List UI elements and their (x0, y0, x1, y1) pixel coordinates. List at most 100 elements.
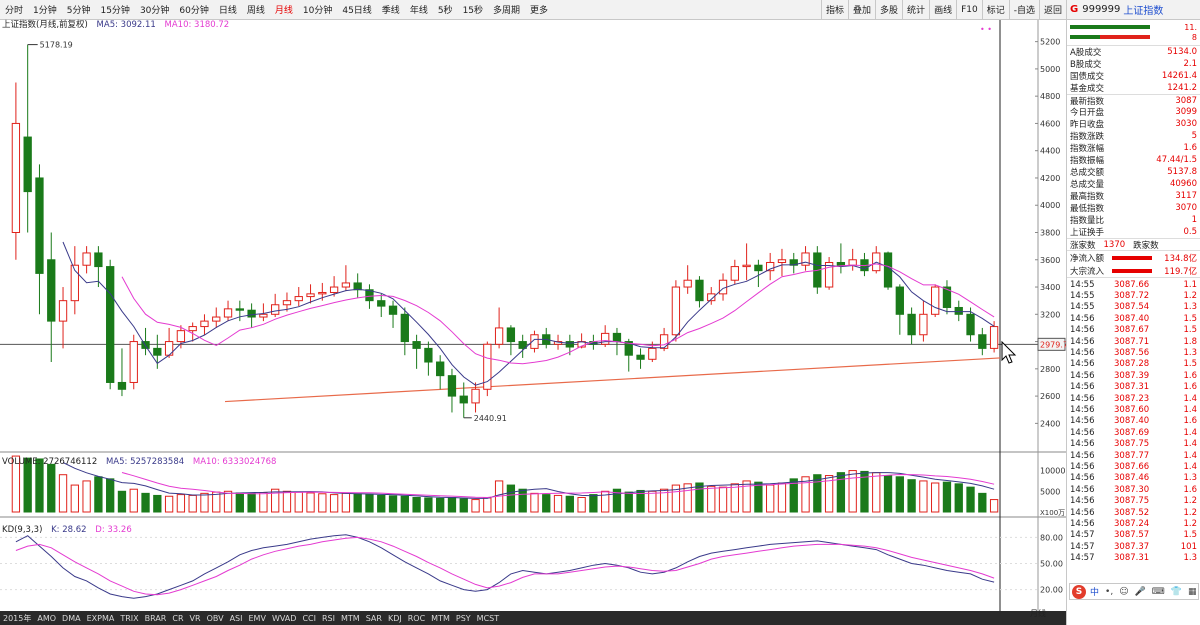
tick-row: 14:57 3087.31 1.3 (1067, 552, 1200, 563)
indicator-tab[interactable]: PSY (453, 614, 474, 623)
group-badge: G (1070, 4, 1079, 15)
indicator-tab[interactable]: SAR (363, 614, 385, 623)
chart-tool-button[interactable]: 指标 (821, 0, 848, 19)
vol-ma5-value: MA5: 5257283584 (105, 457, 185, 467)
indicator-tab[interactable]: ASI (227, 614, 246, 623)
ime-logo-icon[interactable]: S (1072, 584, 1086, 599)
info-label: 指数涨跌 (1070, 132, 1105, 142)
tick-volume: 1.6 (1183, 382, 1197, 393)
chart-tool-button[interactable]: 多股 (875, 0, 902, 19)
ime-emoji-icon[interactable]: ☺ (1119, 587, 1128, 597)
chart-tool-button[interactable]: 标记 (981, 0, 1009, 19)
volume-bar (247, 492, 256, 513)
period-tab[interactable]: 多周期 (488, 0, 525, 19)
index-name[interactable]: 上证指数 (1123, 2, 1163, 17)
ime-keyboard-icon[interactable]: ⌨ (1152, 587, 1165, 597)
indicator-tab[interactable]: RSI (319, 614, 338, 623)
candle-body (931, 286, 940, 315)
indicator-tab[interactable]: EXPMA (84, 614, 118, 623)
volume-bar (966, 486, 975, 513)
info-row: 最新指数 3087 (1067, 94, 1200, 107)
volume-bar (259, 492, 268, 513)
indicator-tab[interactable]: VR (187, 614, 204, 623)
strength-bar-value: 11. (1184, 22, 1197, 32)
period-tab[interactable]: 5秒 (433, 0, 458, 19)
period-tab[interactable]: 45日线 (337, 0, 376, 19)
candle-body (400, 313, 409, 343)
kline-chart-area[interactable]: 2400260028003000320034003600380040004200… (0, 20, 1066, 625)
period-tab[interactable]: 1分钟 (28, 0, 62, 19)
indicator-tab[interactable]: CCI (299, 614, 319, 623)
volume-bar (447, 497, 457, 513)
indicator-tab[interactable]: MTM (428, 614, 453, 623)
tick-volume: 1.5 (1183, 359, 1197, 370)
tick-time: 14:56 (1070, 439, 1095, 450)
kline-chart[interactable]: 2400260028003000320034003600380040004200… (0, 20, 1066, 625)
indicator-tab[interactable]: WVAD (269, 614, 300, 623)
tick-volume: 101 (1180, 541, 1197, 552)
bottom-period-label[interactable]: 月线 (1030, 607, 1066, 619)
indicator-tab[interactable]: OBV (204, 614, 227, 623)
kd-d-value: D: 33.26 (95, 525, 132, 535)
ime-skin-icon[interactable]: 👕 (1171, 587, 1182, 597)
ime-punctuation-icon[interactable]: •, (1105, 587, 1113, 597)
tick-row: 14:56 3087.75 1.4 (1067, 438, 1200, 449)
period-tab[interactable]: 5分钟 (62, 0, 96, 19)
period-tab[interactable]: 周线 (242, 0, 270, 19)
indicator-tab[interactable]: TRIX (117, 614, 141, 623)
indicator-tab[interactable]: EMV (246, 614, 269, 623)
indicator-tab[interactable]: MTM (338, 614, 363, 623)
ime-chinese-mode[interactable]: 中 (1090, 585, 1099, 598)
volume-bar (412, 497, 421, 513)
tick-time: 14:57 (1070, 530, 1095, 541)
period-tab[interactable]: 10分钟 (298, 0, 337, 19)
period-tab[interactable]: 15分钟 (95, 0, 134, 19)
flow-value: 119.7亿 (1164, 266, 1197, 277)
period-tab[interactable]: 60分钟 (174, 0, 213, 19)
chart-tool-button[interactable]: F10 (956, 0, 982, 19)
kd-legend: KD(9,3,3) K: 28.62 D: 33.26 (2, 525, 138, 535)
period-tab[interactable]: 日线 (214, 0, 242, 19)
ime-toolbar[interactable]: S 中 •, ☺ 🎤 ⌨ 👕 ▦ (1069, 583, 1199, 600)
period-tab[interactable]: 季线 (377, 0, 405, 19)
period-tab[interactable]: 30分钟 (135, 0, 174, 19)
chart-tool-button[interactable]: 画线 (929, 0, 956, 19)
tick-price: 3087.24 (1114, 518, 1150, 529)
price-axis-label: 5200 (1040, 38, 1060, 47)
ime-grid-icon[interactable]: ▦ (1188, 587, 1197, 597)
candle-body (565, 341, 574, 348)
tick-row: 14:56 3087.52 1.2 (1067, 507, 1200, 518)
tick-price: 3087.57 (1114, 530, 1150, 541)
indicator-tab[interactable]: BRAR (142, 614, 170, 623)
indicator-tab[interactable]: AMO (34, 614, 59, 623)
chart-tool-button[interactable]: 统计 (902, 0, 929, 19)
indicator-tab[interactable]: 2015年 (0, 613, 34, 624)
chart-tool-button[interactable]: -自选 (1008, 0, 1039, 19)
period-tab[interactable]: 15秒 (458, 0, 488, 19)
price-axis-label: 2800 (1040, 365, 1060, 374)
info-label: 最新指数 (1070, 96, 1105, 107)
period-tab[interactable]: 分时 (0, 0, 28, 19)
chart-tool-button[interactable]: 返回 (1038, 0, 1066, 19)
volume-bar (82, 480, 91, 513)
indicator-tab[interactable]: DMA (59, 614, 84, 623)
chart-tool-button[interactable]: 叠加 (848, 0, 875, 19)
period-tab[interactable]: 月线 (270, 0, 298, 19)
period-tab[interactable]: 年线 (405, 0, 433, 19)
tick-row: 14:56 3087.60 1.4 (1067, 404, 1200, 415)
ime-mic-icon[interactable]: 🎤 (1135, 587, 1146, 597)
info-value: 47.44/1.5 (1156, 155, 1197, 165)
tick-price: 3087.46 (1114, 473, 1150, 484)
indicator-tab[interactable]: CR (169, 614, 186, 623)
tick-price: 3087.71 (1114, 336, 1150, 347)
indicator-tab[interactable]: ROC (405, 614, 428, 623)
indicator-tab[interactable]: KDJ (385, 614, 405, 623)
indicator-tab[interactable]: MCST (474, 614, 502, 623)
period-tab[interactable]: 更多 (525, 0, 553, 19)
volume-axis-label: 5000 (1040, 487, 1060, 496)
candle-body (695, 279, 704, 302)
indicator-tabs: 2015年 AMO DMA EXPMA TRIX BRAR CR VR OBV ASI EMV WVA… (0, 611, 1066, 625)
tick-list[interactable]: 14:55 3087.66 1.1 14:55 3087.72 1.2 14:55 3087.… (1067, 277, 1200, 564)
tick-price: 3087.40 (1114, 313, 1150, 324)
strength-bar-value: 8 (1191, 32, 1197, 42)
